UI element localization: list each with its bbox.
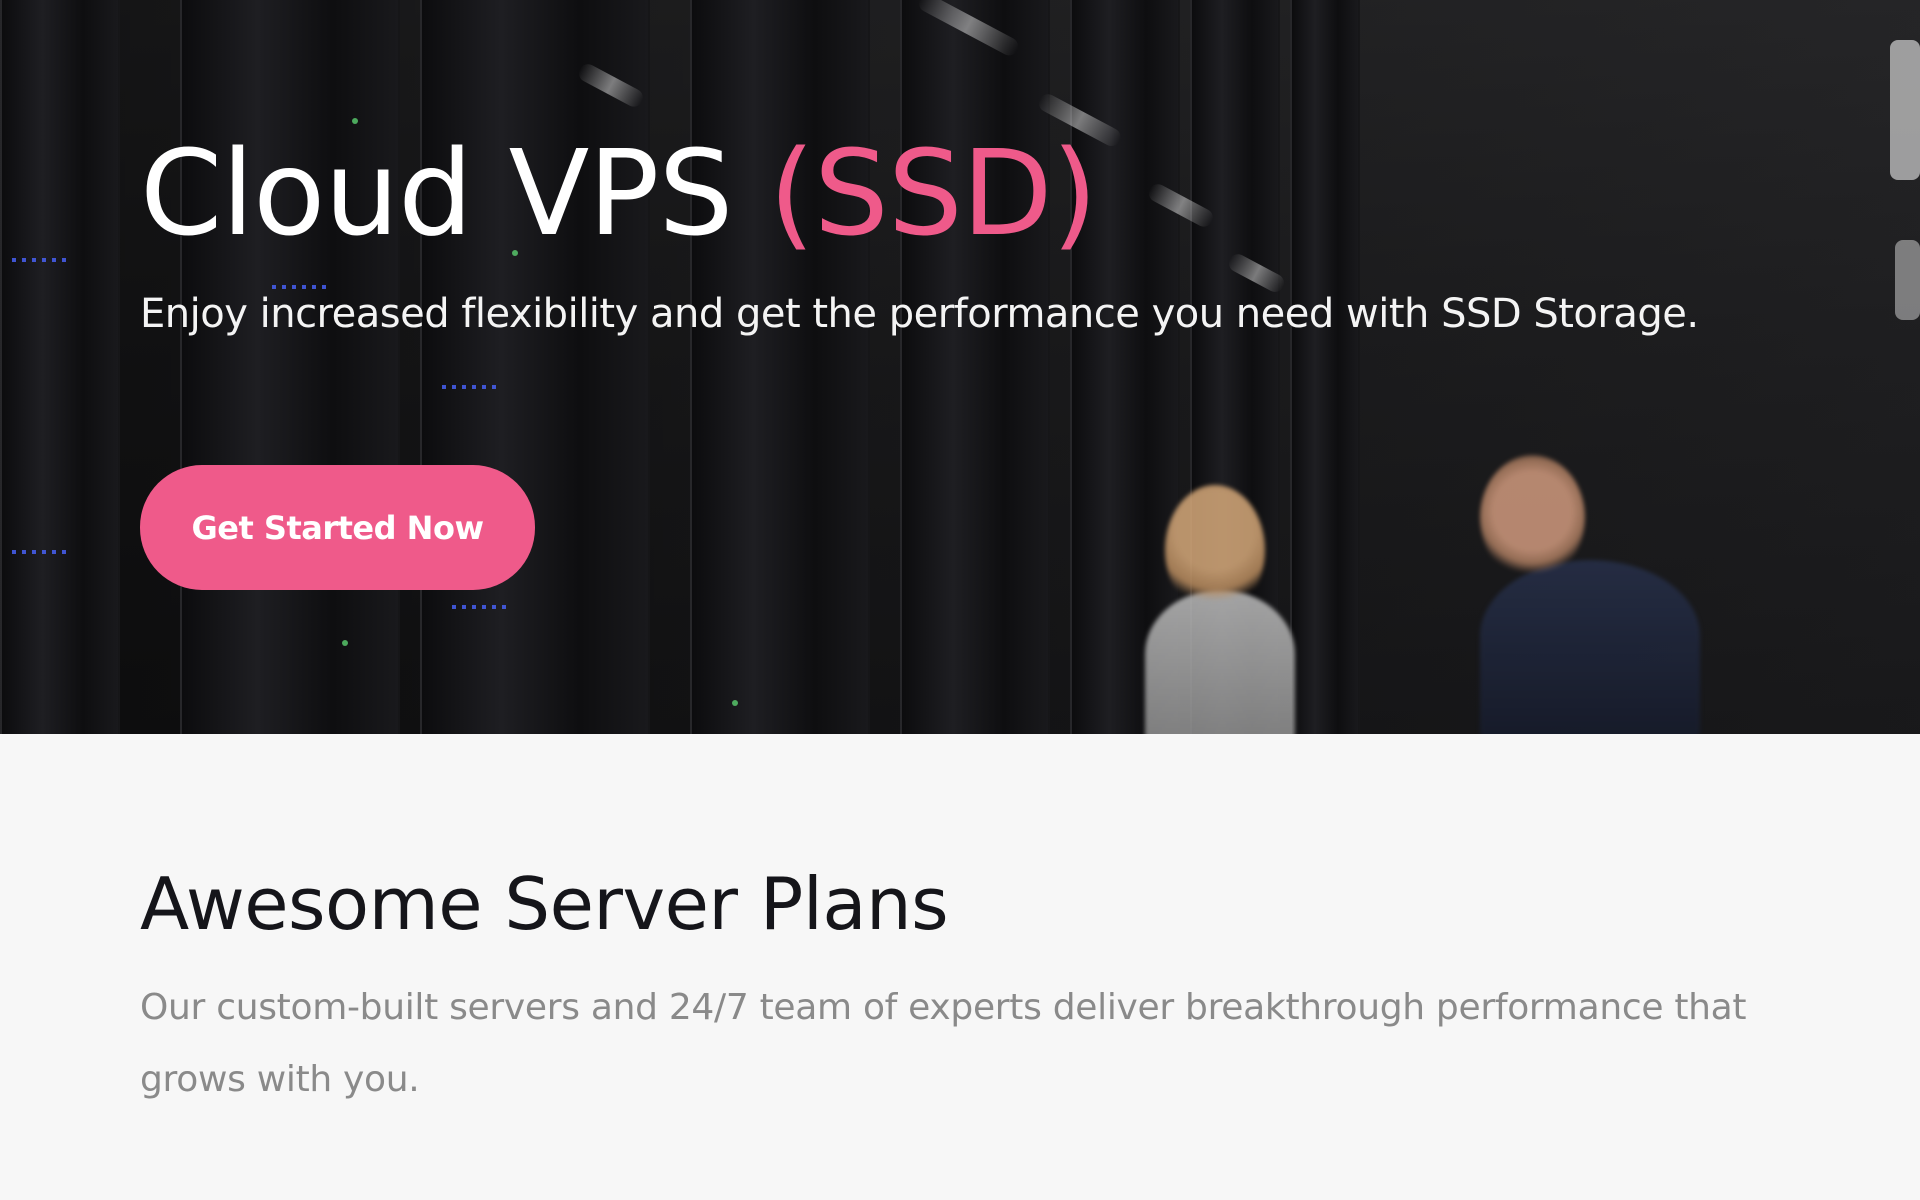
hero-section: Cloud VPS (SSD) Enjoy increased flexibil… [0,0,1920,734]
server-rack [420,0,650,734]
hero-content: Cloud VPS (SSD) Enjoy increased flexibil… [140,118,1840,342]
person-figure [1480,560,1700,734]
server-rack [180,0,400,734]
server-rack [690,0,870,734]
server-rack [1290,0,1360,734]
hero-subtitle: Enjoy increased flexibility and get the … [140,291,1699,337]
person-head [1480,455,1585,580]
hero-background-image [0,0,1920,734]
hero-title-accent: (SSD) [768,124,1098,262]
hero-title-main: Cloud VPS [140,124,733,262]
get-started-button[interactable]: Get Started Now [140,465,535,590]
plans-title: Awesome Server Plans [140,862,949,946]
hero-title: Cloud VPS (SSD) [140,118,1840,268]
plans-description: Our custom-built servers and 24/7 team o… [140,987,1747,1100]
person-head [1165,485,1265,615]
server-plans-section: Awesome Server Plans Our custom-built se… [0,734,1920,1200]
server-rack [0,0,120,734]
server-rack [900,0,1050,734]
